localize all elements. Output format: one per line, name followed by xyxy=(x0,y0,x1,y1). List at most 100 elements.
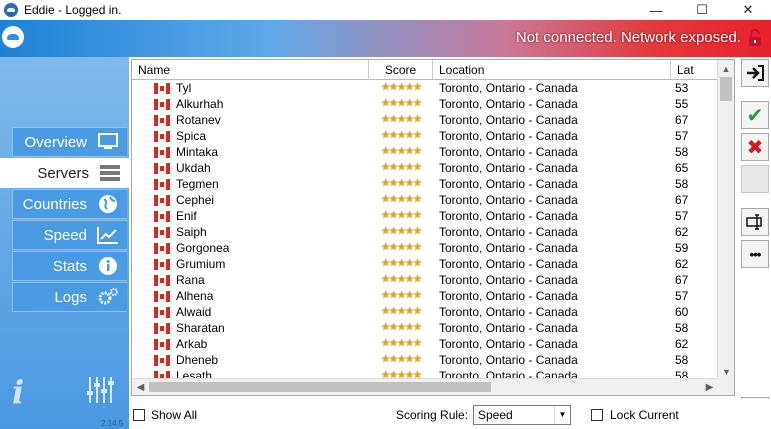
connection-status: Not connected. Network exposed. xyxy=(515,29,741,46)
server-name: Grumium xyxy=(176,257,226,271)
server-name-cell: Enif xyxy=(132,208,369,224)
server-name: Cephei xyxy=(176,193,215,207)
sidebar-item-servers[interactable]: Servers xyxy=(0,158,129,188)
allowlist-button[interactable]: ✔ xyxy=(741,101,769,129)
column-header-latency[interactable]: Lat xyxy=(671,60,718,80)
horizontal-scrollbar[interactable]: ◀ ▶ xyxy=(132,378,718,395)
latency-cell: 60 xyxy=(675,305,689,319)
score-cell: ★★★★★ xyxy=(369,288,433,304)
table-row[interactable]: Enif ★★★★★ Toronto, Ontario - Canada 57 xyxy=(132,208,718,224)
server-name: Dheneb xyxy=(176,353,219,367)
sidebar-item-label: Servers xyxy=(37,164,89,182)
close-button[interactable]: ✕ xyxy=(725,0,771,20)
server-name-cell: Dheneb xyxy=(132,352,369,368)
score-stars-icon: ★★★★★ xyxy=(381,338,422,349)
scroll-right-icon[interactable]: ▶ xyxy=(701,379,718,395)
table-row[interactable]: Ukdah ★★★★★ Toronto, Ontario - Canada 65 xyxy=(132,160,718,176)
table-row[interactable]: Mintaka ★★★★★ Toronto, Ontario - Canada 58 xyxy=(132,144,718,160)
server-list-icon xyxy=(99,163,121,183)
table-row[interactable]: Tyl ★★★★★ Toronto, Ontario - Canada 53 xyxy=(132,80,718,96)
ellipsis-icon: ••• xyxy=(749,246,762,262)
sidebar-item-countries[interactable]: Countries xyxy=(12,189,127,219)
score-cell: ★★★★★ xyxy=(369,192,433,208)
more-button[interactable]: ••• xyxy=(741,240,769,268)
score-cell: ★★★★★ xyxy=(369,256,433,272)
table-header: Name Score Location Lat xyxy=(132,60,718,80)
score-stars-icon: ★★★★★ xyxy=(381,162,422,173)
score-cell: ★★★★★ xyxy=(369,272,433,288)
canada-flag-icon xyxy=(154,210,170,222)
table-row[interactable]: Spica ★★★★★ Toronto, Ontario - Canada 57 xyxy=(132,128,718,144)
sidebar-item-speed[interactable]: Speed xyxy=(12,220,127,250)
settings-sliders-icon[interactable] xyxy=(86,375,114,405)
column-header-name[interactable]: Name xyxy=(132,60,369,80)
server-name-cell: Gorgonea xyxy=(132,240,369,256)
latency-cell: 53 xyxy=(675,81,689,95)
score-cell: ★★★★★ xyxy=(369,176,433,192)
sidebar-item-overview[interactable]: Overview xyxy=(12,127,127,157)
sidebar-item-stats[interactable]: Stats xyxy=(12,251,127,281)
table-row[interactable]: Cephei ★★★★★ Toronto, Ontario - Canada 67 xyxy=(132,192,718,208)
latency-cell: 62 xyxy=(675,337,689,351)
location-cell: Toronto, Ontario - Canada xyxy=(439,145,578,159)
sidebar-item-logs[interactable]: Logs xyxy=(12,282,127,312)
title-bar: Eddie - Logged in. — ☐ ✕ xyxy=(0,0,771,20)
table-row[interactable]: Rana ★★★★★ Toronto, Ontario - Canada 67 xyxy=(132,272,718,288)
server-name: Gorgonea xyxy=(176,241,230,255)
server-name: Rotanev xyxy=(176,113,221,127)
scroll-left-icon[interactable]: ◀ xyxy=(132,379,149,395)
table-row[interactable]: Rotanev ★★★★★ Toronto, Ontario - Canada 67 xyxy=(132,112,718,128)
table-row[interactable]: Dheneb ★★★★★ Toronto, Ontario - Canada 58 xyxy=(132,352,718,368)
server-name-cell: Saiph xyxy=(132,224,369,240)
denylist-button[interactable]: ✖ xyxy=(741,133,769,161)
clear-list-button[interactable] xyxy=(741,165,769,193)
rename-button[interactable] xyxy=(741,208,769,236)
column-header-location[interactable]: Location xyxy=(433,60,671,80)
score-stars-icon: ★★★★★ xyxy=(381,98,422,109)
location-cell: Toronto, Ontario - Canada xyxy=(439,113,578,127)
sidebar-item-label: Stats xyxy=(52,257,87,275)
table-row[interactable]: Saiph ★★★★★ Toronto, Ontario - Canada 62 xyxy=(132,224,718,240)
connect-button[interactable] xyxy=(741,59,769,87)
table-row[interactable]: Alkurhah ★★★★★ Toronto, Ontario - Canada 55 xyxy=(132,96,718,112)
status-banner: Not connected. Network exposed. xyxy=(0,20,771,57)
table-row[interactable]: Alwaid ★★★★★ Toronto, Ontario - Canada 60 xyxy=(132,304,718,320)
canada-flag-icon xyxy=(154,306,170,318)
table-row[interactable]: Grumium ★★★★★ Toronto, Ontario - Canada 62 xyxy=(132,256,718,272)
scoring-rule-select[interactable]: Speed ▼ xyxy=(473,405,571,425)
table-row[interactable]: Arkab ★★★★★ Toronto, Ontario - Canada 62 xyxy=(132,336,718,352)
lock-current-label: Lock Current xyxy=(610,408,679,422)
score-stars-icon: ★★★★★ xyxy=(381,210,422,221)
location-cell: Toronto, Ontario - Canada xyxy=(439,241,578,255)
scroll-up-icon[interactable]: ▲ xyxy=(718,60,734,77)
eddie-logo-icon[interactable] xyxy=(2,26,24,48)
column-header-score[interactable]: Score xyxy=(369,60,433,80)
horizontal-scroll-thumb[interactable] xyxy=(149,382,491,392)
server-name: Tyl xyxy=(176,81,192,95)
canada-flag-icon xyxy=(154,194,170,206)
server-name: Rana xyxy=(176,273,205,287)
about-icon[interactable]: i xyxy=(12,373,24,411)
table-row[interactable]: Tegmen ★★★★★ Toronto, Ontario - Canada 58 xyxy=(132,176,718,192)
canada-flag-icon xyxy=(154,338,170,350)
server-name: Enif xyxy=(176,209,197,223)
show-all-checkbox[interactable] xyxy=(133,409,145,421)
latency-cell: 62 xyxy=(675,225,689,239)
table-row[interactable]: Alhena ★★★★★ Toronto, Ontario - Canada 57 xyxy=(132,288,718,304)
lock-current-checkbox[interactable] xyxy=(591,409,603,421)
minimize-button[interactable]: — xyxy=(633,0,679,20)
vertical-scrollbar[interactable]: ▲ ▼ xyxy=(717,60,734,380)
latency-cell: 62 xyxy=(675,257,689,271)
location-cell: Toronto, Ontario - Canada xyxy=(439,81,578,95)
table-row[interactable]: Sharatan ★★★★★ Toronto, Ontario - Canada 58 xyxy=(132,320,718,336)
server-name-cell: Rotanev xyxy=(132,112,369,128)
location-cell: Toronto, Ontario - Canada xyxy=(439,353,578,367)
vertical-scroll-thumb[interactable] xyxy=(720,77,732,101)
maximize-button[interactable]: ☐ xyxy=(679,0,725,20)
server-name-cell: Sharatan xyxy=(132,320,369,336)
table-row[interactable]: Gorgonea ★★★★★ Toronto, Ontario - Canada 59 xyxy=(132,240,718,256)
server-table[interactable]: Name Score Location Lat Tyl ★★★★★ Toronto,… xyxy=(131,59,735,396)
canada-flag-icon xyxy=(154,98,170,110)
scoring-rule-value: Speed xyxy=(478,408,513,422)
score-stars-icon: ★★★★★ xyxy=(381,130,422,141)
